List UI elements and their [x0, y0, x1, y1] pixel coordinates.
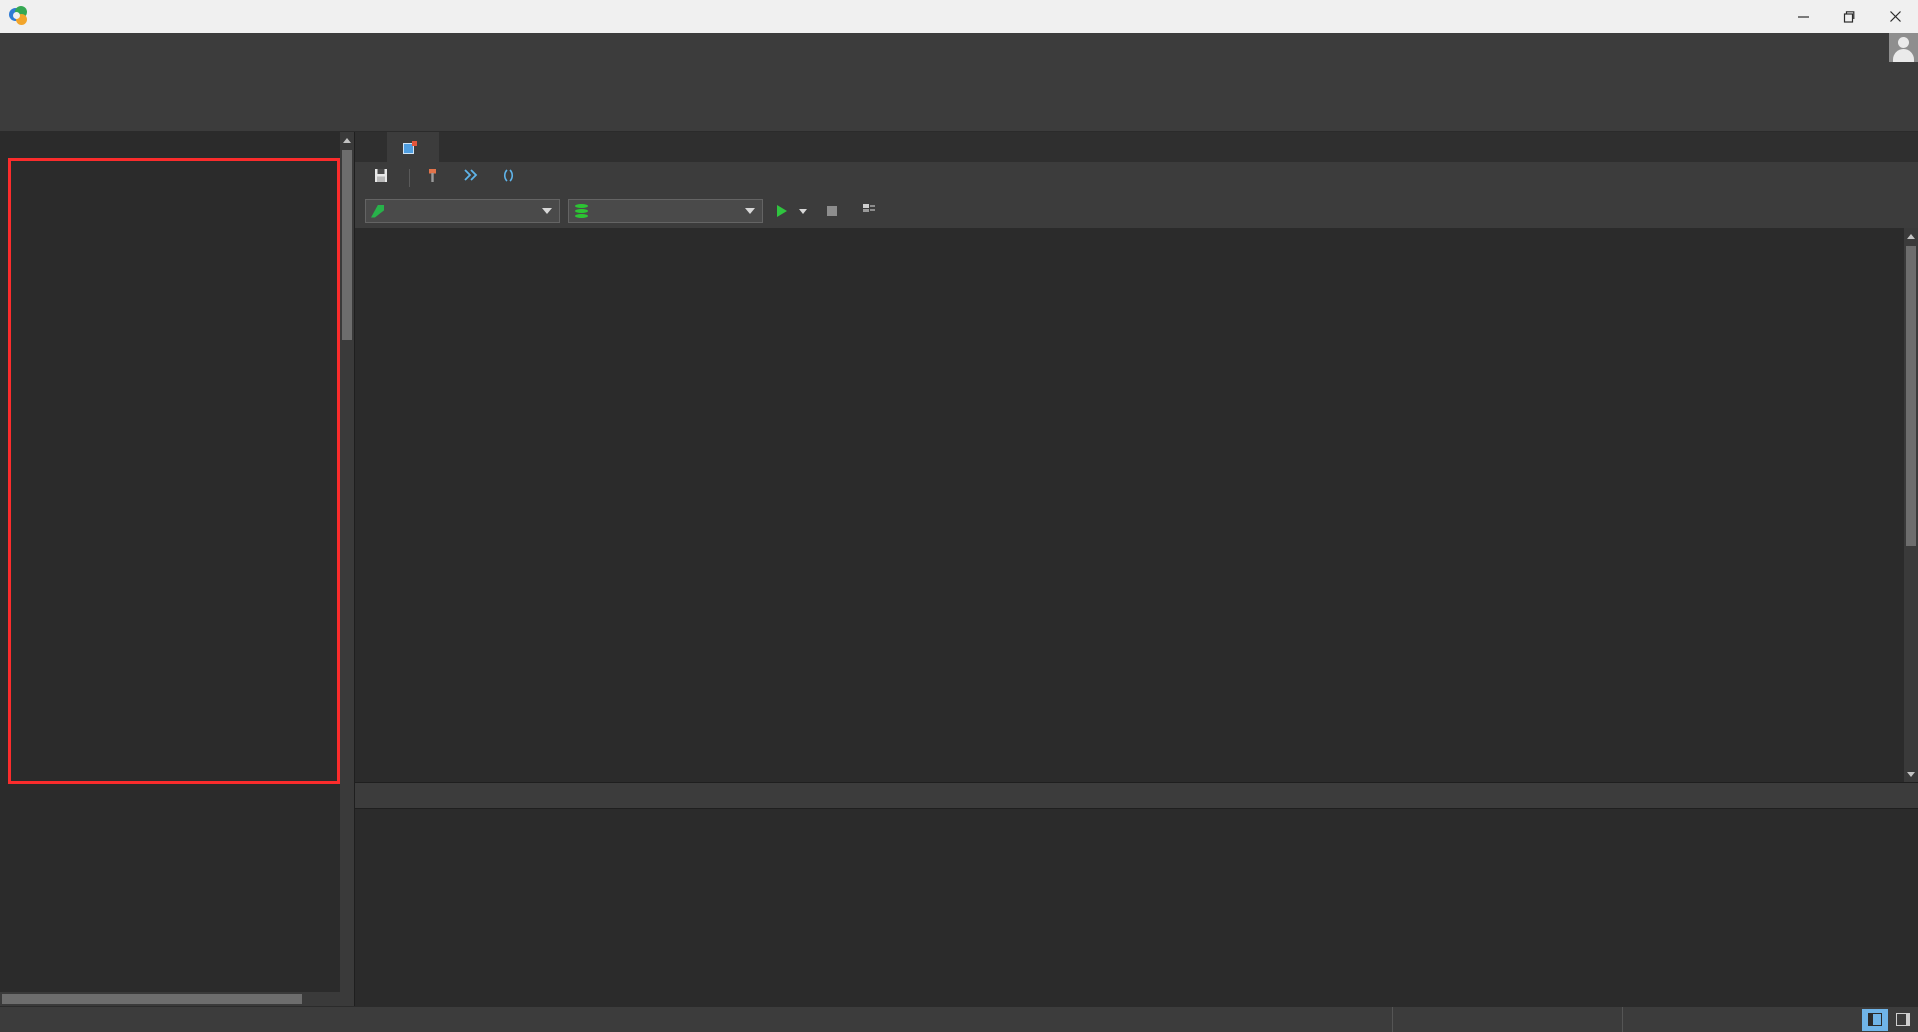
close-button[interactable]: [1872, 0, 1918, 33]
query-toolbar: [355, 162, 1918, 194]
chevron-down-icon[interactable]: [539, 208, 555, 214]
minimize-button[interactable]: [1780, 0, 1826, 33]
menu-bar: [0, 33, 1918, 62]
sql-editor[interactable]: [355, 228, 1918, 782]
split-pane-right-icon[interactable]: [1890, 1009, 1916, 1031]
main-toolbar: [0, 62, 1918, 132]
chevron-down-icon[interactable]: [742, 208, 758, 214]
sidebar-hscroll-thumb[interactable]: [2, 994, 302, 1004]
query-tab-icon: [403, 141, 417, 154]
code-fold-gutter[interactable]: [401, 228, 415, 782]
snippets-icon: [501, 165, 516, 191]
status-extra-cell: [1622, 1007, 1862, 1032]
status-query-time: [1392, 1007, 1622, 1032]
scroll-down-icon[interactable]: [1904, 766, 1918, 782]
snippets-button[interactable]: [492, 165, 530, 191]
scroll-up-icon[interactable]: [340, 132, 354, 148]
beautify-sql-button[interactable]: [454, 165, 492, 191]
split-pane-left-icon[interactable]: [1862, 1009, 1888, 1031]
tab-objects[interactable]: [355, 132, 387, 162]
beautify-icon: [463, 165, 478, 191]
tab-query[interactable]: [387, 132, 439, 162]
line-number-gutter: [355, 228, 401, 782]
save-button[interactable]: [365, 165, 403, 191]
results-panel: [355, 782, 1918, 1006]
maximize-button[interactable]: [1826, 0, 1872, 33]
run-dropdown-icon[interactable]: [799, 209, 807, 214]
user-avatar-icon[interactable]: [1889, 33, 1918, 62]
toolbar-divider: [409, 169, 410, 187]
navicat-server-icon: [371, 205, 384, 218]
database-tree[interactable]: [0, 132, 354, 992]
main-body: [0, 132, 1918, 1006]
explain-icon: [862, 203, 877, 220]
sql-editor-area: [355, 228, 1918, 782]
run-button[interactable]: [771, 199, 813, 223]
navicat-window: [0, 0, 1918, 1032]
save-icon: [374, 165, 389, 191]
database-icon: [574, 204, 589, 219]
editor-tabstrip: [355, 132, 1918, 162]
status-bar: [0, 1006, 1918, 1032]
editor-scroll-thumb[interactable]: [1906, 246, 1916, 546]
sql-code[interactable]: [415, 228, 1918, 782]
title-bar: [0, 0, 1918, 33]
sidebar-horizontal-scrollbar[interactable]: [0, 992, 354, 1006]
login-area: [1869, 33, 1918, 62]
connection-select[interactable]: [365, 199, 560, 223]
window-controls: [1780, 0, 1918, 33]
explain-button[interactable]: [856, 199, 888, 223]
scroll-up-icon[interactable]: [1904, 228, 1918, 244]
stop-icon: [827, 206, 837, 216]
results-message-log[interactable]: [355, 809, 1918, 1006]
sidebar-scroll-thumb[interactable]: [342, 150, 352, 340]
editor-vertical-scrollbar[interactable]: [1904, 228, 1918, 782]
database-select[interactable]: [568, 199, 763, 223]
play-icon: [777, 205, 787, 217]
query-builder-icon: [425, 165, 440, 191]
results-tabstrip: [355, 783, 1918, 809]
app-logo-icon: [9, 6, 31, 28]
editor-pane: [355, 132, 1918, 1006]
query-connection-bar: [355, 194, 1918, 228]
object-tree-sidebar: [0, 132, 355, 1006]
stop-button[interactable]: [821, 199, 848, 223]
sidebar-vertical-scrollbar[interactable]: [340, 132, 354, 1006]
query-builder-button[interactable]: [416, 165, 454, 191]
